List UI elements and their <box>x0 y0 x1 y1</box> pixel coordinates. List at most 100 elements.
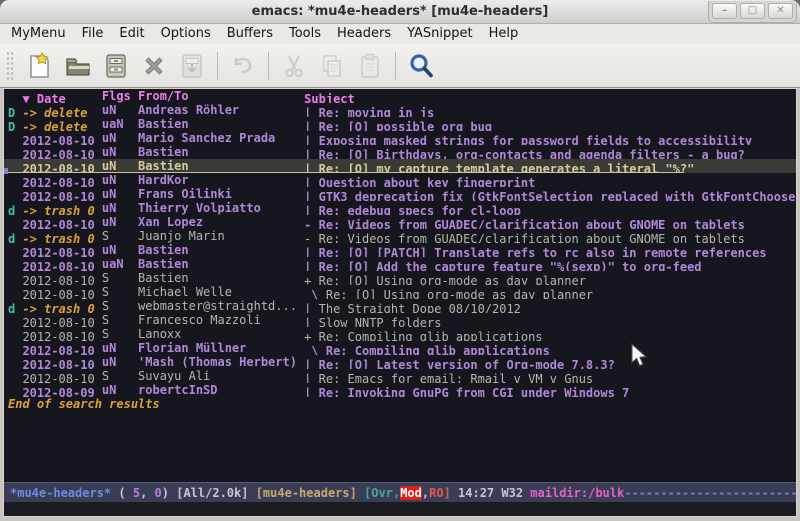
message-row[interactable]: d-> trash 0Swebmaster@straightd...| The … <box>4 299 796 313</box>
message-row[interactable]: 2012-08-10uNBastien| Re: [O] Birthdays, … <box>4 145 796 159</box>
column-header-date[interactable]: ▼ Date <box>22 92 101 103</box>
menu-file[interactable]: File <box>74 24 112 44</box>
menu-edit[interactable]: Edit <box>111 24 152 44</box>
message-from: Michael Welle <box>138 285 304 299</box>
message-row[interactable]: 2012-08-10uNMario Sanchez Prada| Exposin… <box>4 131 796 145</box>
header-line[interactable]: ▼ DateFlgsFrom/ToSubject <box>4 89 796 103</box>
message-from: Bastien <box>138 159 304 173</box>
message-from: Bastien <box>138 271 304 285</box>
message-from: Frans Oilinki <box>138 187 304 201</box>
message-date: 2012-08-10 <box>22 288 101 299</box>
message-subject: | Re: Invoking GnuPG from CGI under Wind… <box>304 386 629 397</box>
message-row[interactable]: d-> trash 0uNThierry Volpiatto| Re: edeb… <box>4 201 796 215</box>
menu-headers[interactable]: Headers <box>329 24 399 44</box>
message-from: Bastien <box>138 117 304 131</box>
message-row[interactable]: 2012-08-10uNBastien| Re: [O] [PATCH] Tra… <box>4 243 796 257</box>
emacs-window: emacs: *mu4e-headers* [mu4e-headers] – □… <box>0 0 800 521</box>
message-subject: + Re: [O] Using org-mode as day planner <box>304 274 586 285</box>
menu-options[interactable]: Options <box>153 24 219 44</box>
new-file-icon <box>27 52 53 80</box>
message-date: 2012-08-10 <box>22 134 101 145</box>
message-from: Bastien <box>138 257 304 271</box>
message-subject: + Re: Compiling glib applications <box>304 330 542 341</box>
message-row[interactable]: 2012-08-10uNFlorian Müllner \ Re: Compil… <box>4 341 796 355</box>
message-row[interactable]: 2012-08-10uNFrans Oilinki| GTK3 deprecat… <box>4 187 796 201</box>
mode-line[interactable]: *mu4e-headers* ( 5, 0) [All/2.0k] [mu4e-… <box>4 482 796 502</box>
new-file-button[interactable] <box>21 48 59 84</box>
menubar: MyMenuFileEditOptionsBuffersToolsHeaders… <box>0 24 800 44</box>
empty-buffer-space <box>4 411 796 482</box>
save-as-button <box>173 48 211 84</box>
modeline-segment-mod: Mod <box>400 486 422 500</box>
message-flags: uN <box>102 187 138 201</box>
menu-help[interactable]: Help <box>481 24 527 44</box>
titlebar[interactable]: emacs: *mu4e-headers* [mu4e-headers] – □… <box>0 0 800 24</box>
maximize-button[interactable]: □ <box>740 3 765 19</box>
message-from: HardKor <box>138 173 304 187</box>
mark-flag: d <box>8 302 22 313</box>
save-button[interactable] <box>97 48 135 84</box>
column-header-flags[interactable]: Flgs <box>102 89 138 103</box>
message-flags: S <box>102 327 138 341</box>
toolbar-separator <box>217 52 218 80</box>
modeline-segment-num: 0 <box>155 486 162 500</box>
message-row[interactable]: D-> deleteuNAndreas Röhler| Re: moving i… <box>4 103 796 117</box>
open-button[interactable] <box>59 48 97 84</box>
message-row[interactable]: D-> deleteuaNBastien| Re: [O] possible o… <box>4 117 796 131</box>
buffer-area: ▼ DateFlgsFrom/ToSubject D-> deleteuNAnd… <box>3 88 797 517</box>
message-subject: | Re: [O] Add the capture feature "%(sex… <box>304 260 701 271</box>
menu-yasnippet[interactable]: YASnippet <box>399 24 481 44</box>
column-header-from[interactable]: From/To <box>138 89 304 103</box>
message-subject: \ Re: [O] Using org-mode as day planner <box>304 288 593 299</box>
message-row[interactable]: 2012-08-10SSuvayu Ali| Re: Emacs for ema… <box>4 369 796 383</box>
message-row[interactable]: 2012-08-09uNrobertcInSD| Re: Invoking Gn… <box>4 383 796 397</box>
message-row[interactable]: 2012-08-10SLanoxx+ Re: Compiling glib ap… <box>4 327 796 341</box>
message-row[interactable]: 2012-08-10uN'Mash (Thomas Herbert)| Re: … <box>4 355 796 369</box>
message-flags: S <box>102 285 138 299</box>
message-row[interactable]: 2012-08-10uaNBastien| Re: [O] Add the ca… <box>4 257 796 271</box>
modeline-segment-buffer: *mu4e-headers* <box>10 486 111 500</box>
message-flags: S <box>102 299 138 313</box>
minimize-button[interactable]: – <box>712 3 737 19</box>
modeline-segment-plain: ) <box>162 486 176 500</box>
message-from: Mario Sanchez Prada <box>138 131 304 145</box>
message-date: 2012-08-10 <box>22 218 101 229</box>
toolbar-separator <box>268 52 269 80</box>
message-row[interactable]: 2012-08-10SFrancesco Mazzoli| Slow NNTP … <box>4 313 796 327</box>
message-from: webmaster@straightd... <box>138 299 304 313</box>
echo-area[interactable] <box>4 502 796 517</box>
toolbar-grip-handle[interactable] <box>6 51 15 81</box>
menu-buffers[interactable]: Buffers <box>219 24 281 44</box>
search-button[interactable] <box>402 48 440 84</box>
message-from: Suvayu Ali <box>138 369 304 383</box>
message-from: 'Mash (Thomas Herbert) <box>138 355 304 369</box>
message-flags: S <box>102 229 138 243</box>
message-date: 2012-08-10 <box>22 358 101 369</box>
message-from: Francesco Mazzoli <box>138 313 304 327</box>
toolbar <box>0 44 800 88</box>
message-row[interactable]: 2012-08-10uNXan Lopez- Re: Videos from G… <box>4 215 796 229</box>
message-row[interactable]: 2012-08-10SMichael Welle \ Re: [O] Using… <box>4 285 796 299</box>
menu-tools[interactable]: Tools <box>281 24 329 44</box>
message-row[interactable]: 2012-08-10uNHardKor| Question about key … <box>4 173 796 187</box>
cut-button <box>275 48 313 84</box>
message-row[interactable]: 2012-08-10SBastien+ Re: [O] Using org-mo… <box>4 271 796 285</box>
close-buffer-button[interactable] <box>135 48 173 84</box>
message-flags: S <box>102 313 138 327</box>
message-from: Florian Müllner <box>138 341 304 355</box>
message-flags: uN <box>102 383 138 397</box>
message-from: Thierry Volpiatto <box>138 201 304 215</box>
message-subject: | Re: [O] possible org bug <box>304 120 492 131</box>
close-button[interactable]: ✕ <box>768 3 793 19</box>
message-subject: | Slow NNTP folders <box>304 316 441 327</box>
message-from: Xan Lopez <box>138 215 304 229</box>
message-date: 2012-08-09 <box>22 386 101 397</box>
message-from: Juanjo Marin <box>138 229 304 243</box>
column-header-subject[interactable]: Subject <box>304 92 355 103</box>
message-date: 2012-08-10 <box>22 190 101 201</box>
mark-flag: d <box>8 204 22 215</box>
modeline-segment-name: [mu4e-headers] <box>256 486 364 500</box>
message-row[interactable]: d-> trash 0SJuanjo Marin- Re: Videos fro… <box>4 229 796 243</box>
menu-mymenu[interactable]: MyMenu <box>3 24 74 44</box>
message-row[interactable]: 2012-08-10uNBastien| Re: [O] my capture … <box>4 159 796 173</box>
